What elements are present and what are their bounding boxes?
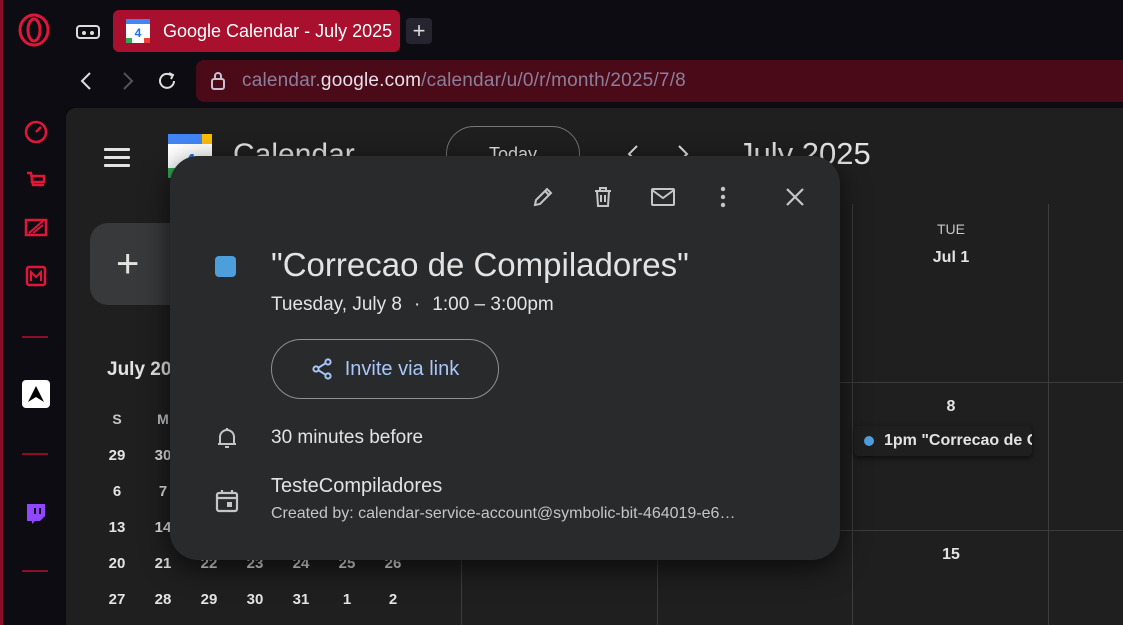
mini-day[interactable]: 29 — [94, 447, 140, 464]
mini-day[interactable]: 30 — [232, 591, 278, 608]
mini-day[interactable]: 31 — [278, 591, 324, 608]
module-m-icon[interactable] — [20, 260, 52, 292]
tab-title: Google Calendar - July 2025 — [163, 20, 393, 41]
bell-icon — [214, 425, 240, 451]
url-host-prefix: calendar. — [242, 70, 321, 91]
weekday-header: S — [112, 411, 122, 427]
mini-calendar-title: July 20 — [107, 359, 172, 380]
forward-button[interactable] — [110, 64, 144, 98]
event-color-dot — [864, 436, 874, 446]
sidebar-divider — [22, 453, 48, 455]
sidebar-divider — [22, 336, 48, 338]
grid-line — [852, 204, 853, 625]
google-calendar-favicon-icon: 4 — [125, 18, 151, 44]
aria-ai-icon[interactable] — [22, 380, 50, 408]
invite-via-link-label: Invite via link — [344, 357, 460, 380]
mini-day[interactable]: 1 — [324, 591, 370, 608]
close-icon — [786, 188, 804, 206]
reminder-text: 30 minutes before — [271, 427, 424, 448]
separator-dot: · — [413, 294, 421, 315]
delete-event-button[interactable] — [588, 182, 618, 212]
event-time: 1:00 – 3:00pm — [432, 294, 554, 315]
more-vert-icon — [720, 186, 726, 208]
share-icon — [312, 358, 332, 380]
invite-via-link-button[interactable]: Invite via link — [271, 339, 499, 399]
plus-icon: + — [116, 241, 140, 286]
vr-headset-icon[interactable] — [70, 14, 106, 50]
browser-sidebar — [0, 108, 66, 625]
event-chip[interactable]: 1pm "Correcao de Compiladores" — [854, 426, 1032, 456]
mini-day[interactable]: 21 — [140, 555, 186, 572]
shopping-cart-icon[interactable] — [20, 164, 52, 196]
browser-top-bar: 4 Google Calendar - July 2025 + calendar… — [0, 0, 1123, 108]
mail-icon — [651, 188, 675, 206]
sidebar-divider — [22, 570, 48, 572]
url-host: google.com — [320, 70, 422, 91]
grid-line — [1048, 204, 1049, 625]
day-jul-1[interactable]: Jul 1 — [903, 249, 999, 267]
mini-day[interactable]: 29 — [186, 591, 232, 608]
sidebar-edge — [0, 0, 3, 625]
calendar-name: TesteCompiladores — [271, 475, 443, 497]
opera-logo-icon[interactable] — [16, 12, 52, 48]
more-options-button[interactable] — [708, 182, 738, 212]
popup-toolbar — [498, 182, 810, 212]
mini-day[interactable]: 20 — [94, 555, 140, 572]
favicon-day-number: 4 — [135, 26, 142, 40]
lock-icon — [211, 72, 225, 90]
mini-day[interactable]: 28 — [140, 591, 186, 608]
weekday-tue: TUE — [937, 221, 965, 237]
twitch-icon[interactable] — [20, 498, 52, 530]
address-bar[interactable]: calendar.google.com/calendar/u/0/r/month… — [196, 60, 1123, 102]
mini-day[interactable]: 27 — [94, 591, 140, 608]
event-chip-label: 1pm "Correcao de Compiladores" — [884, 432, 1032, 449]
back-button[interactable] — [70, 64, 104, 98]
reload-button[interactable] — [150, 64, 184, 98]
mini-day[interactable]: 6 — [94, 483, 140, 500]
back-arrow-icon — [80, 72, 91, 90]
event-date: Tuesday, July 8 — [271, 294, 402, 315]
created-by-text: Created by: calendar-service-account@sym… — [271, 505, 736, 522]
close-popup-button[interactable] — [780, 182, 810, 212]
mini-day[interactable]: 2 — [370, 591, 416, 608]
event-color-square — [215, 256, 236, 277]
calendar-icon — [214, 488, 240, 514]
event-datetime: Tuesday, July 8 · 1:00 – 3:00pm — [271, 294, 554, 316]
pencil-icon — [533, 187, 553, 207]
trash-icon — [595, 187, 611, 207]
screen-capture-icon[interactable] — [20, 212, 52, 244]
edit-event-button[interactable] — [528, 182, 558, 212]
url-path: /calendar/u/0/r/month/2025/7/8 — [421, 70, 686, 91]
event-title: "Correcao de Compiladores" — [271, 246, 689, 283]
mini-calendar-week: 27 28 29 30 31 1 2 — [94, 581, 416, 617]
url-text: calendar.google.com/calendar/u/0/r/month… — [242, 70, 686, 92]
speed-dial-icon[interactable] — [20, 116, 52, 148]
day-8[interactable]: 8 — [903, 398, 999, 416]
mini-day[interactable]: 13 — [94, 519, 140, 536]
forward-arrow-icon — [123, 72, 134, 90]
day-15[interactable]: 15 — [903, 546, 999, 564]
main-menu-button[interactable] — [104, 148, 134, 170]
email-guests-button[interactable] — [648, 182, 678, 212]
tab-google-calendar[interactable]: 4 Google Calendar - July 2025 — [113, 10, 400, 52]
new-tab-button[interactable]: + — [406, 18, 432, 44]
reload-icon — [159, 72, 175, 89]
event-details-popup: "Correcao de Compiladores" Tuesday, July… — [170, 156, 840, 560]
